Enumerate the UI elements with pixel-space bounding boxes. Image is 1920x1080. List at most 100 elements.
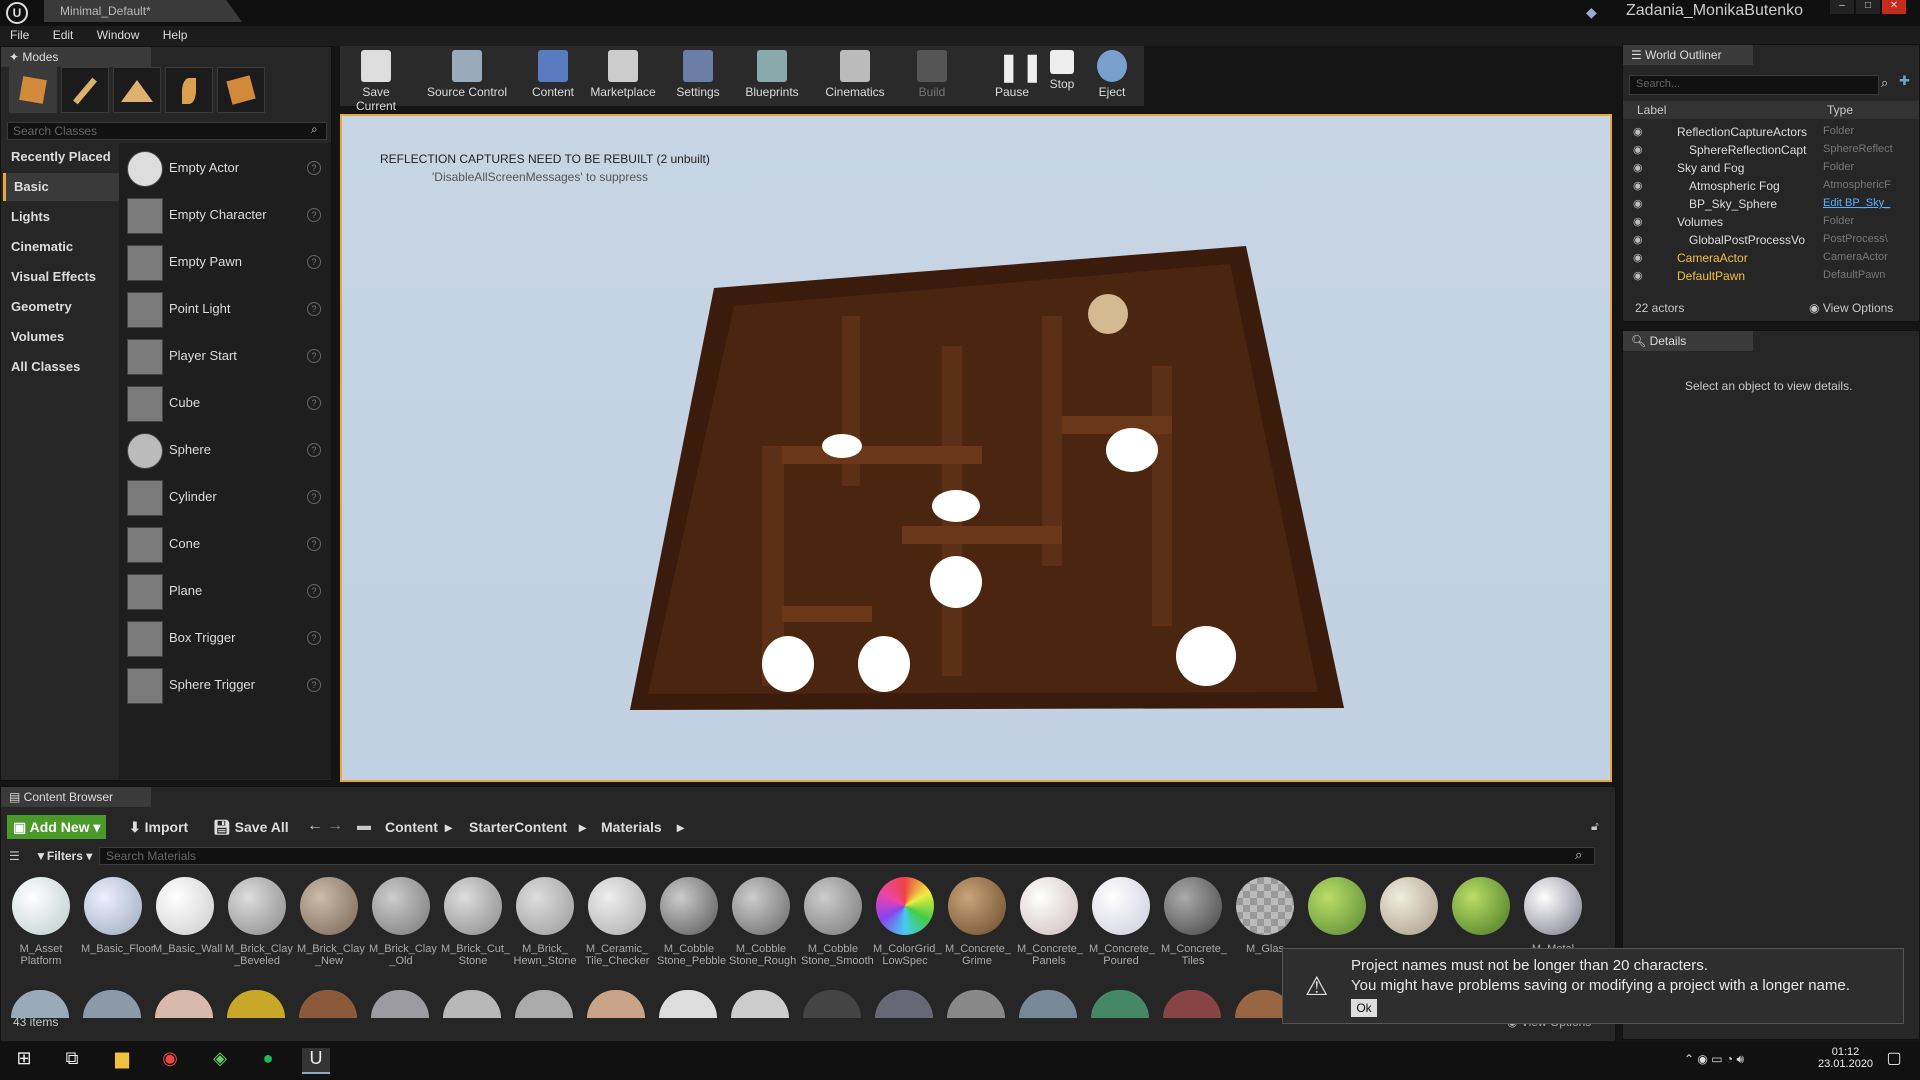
category-volumes[interactable]: Volumes	[3, 323, 119, 351]
outliner-row[interactable]: ◉ ReflectionCaptureActors Folder	[1623, 123, 1903, 141]
maximize-button[interactable]: □	[1856, 0, 1880, 14]
material-tile[interactable]	[1377, 877, 1441, 943]
category-lights[interactable]: Lights	[3, 203, 119, 231]
help-icon[interactable]: ?	[307, 631, 321, 645]
breadcrumb-separator[interactable]: ▸	[677, 819, 684, 836]
material-tile[interactable]: M_Brick_Clay _Old	[369, 877, 437, 967]
actor-item[interactable]: Cube?	[125, 382, 327, 426]
outliner-row[interactable]: ◉ Sky and Fog Folder	[1623, 159, 1903, 177]
visibility-icon[interactable]: ◉	[1633, 143, 1643, 156]
add-new-button[interactable]: ▣ Add New ▾	[7, 815, 107, 839]
actor-item[interactable]: Plane?	[125, 570, 327, 614]
menu-window[interactable]: Window	[97, 26, 140, 42]
material-tile[interactable]: M_Cobble Stone_Rough	[729, 877, 796, 967]
help-icon[interactable]: ?	[307, 302, 321, 316]
landscape-mode-icon[interactable]	[113, 67, 161, 113]
save-current-button[interactable]: Save Current	[342, 46, 410, 113]
material-tile[interactable]: M_Cobble Stone_Pebble	[657, 877, 726, 967]
outliner-row[interactable]: ◉ Volumes Folder	[1623, 213, 1903, 231]
actor-item[interactable]: Empty Pawn?	[125, 241, 327, 285]
material-tile[interactable]: M_Concrete_ Poured	[1089, 877, 1155, 967]
cinematics-button[interactable]: Cinematics	[824, 46, 886, 106]
close-button[interactable]: ✕	[1882, 0, 1906, 14]
outliner-search-input[interactable]: Search...	[1629, 75, 1879, 95]
world-outliner-tab[interactable]: ☰ World Outliner	[1623, 45, 1753, 65]
material-tile[interactable]: M_ColorGrid_ LowSpec	[873, 877, 941, 967]
category-cinematic[interactable]: Cinematic	[3, 233, 119, 261]
view-options-button[interactable]: ◉ View Options	[1809, 301, 1893, 315]
material-tile[interactable]: M_Concrete_ Panels	[1017, 877, 1083, 967]
actor-item[interactable]: Empty Actor?	[125, 147, 327, 191]
outliner-row[interactable]: ◉ SphereReflectionCapt SphereReflect	[1623, 141, 1903, 159]
details-tab[interactable]: 🔍︎ Details	[1623, 331, 1753, 351]
source-control-button[interactable]: Source Control	[424, 46, 510, 106]
lock-icon[interactable]: 🔓︎	[1591, 819, 1599, 834]
actor-item[interactable]: Sphere Trigger?	[125, 664, 327, 708]
search-classes-input[interactable]: Search Classes	[7, 122, 327, 140]
actor-item[interactable]: Player Start?	[125, 335, 327, 379]
build-button[interactable]: Build	[910, 46, 954, 106]
category-all-classes[interactable]: All Classes	[3, 353, 119, 381]
save-all-button[interactable]: 💾︎ Save All	[207, 815, 295, 839]
spotify-icon[interactable]: ●	[254, 1048, 282, 1074]
actor-item[interactable]: Cone?	[125, 523, 327, 567]
content-button[interactable]: Content	[530, 46, 576, 106]
category-geometry[interactable]: Geometry	[3, 293, 119, 321]
clock[interactable]: 01:12 23.01.2020	[1818, 1046, 1873, 1070]
material-tile[interactable]: M_Concrete_ Grime	[945, 877, 1011, 967]
material-tile[interactable]: M_Brick_Clay _Beveled	[225, 877, 293, 967]
help-icon[interactable]: ?	[307, 443, 321, 457]
outliner-row[interactable]: ◉ DefaultPawn DefaultPawn	[1623, 267, 1903, 285]
level-viewport[interactable]: REFLECTION CAPTURES NEED TO BE REBUILT (…	[340, 114, 1612, 782]
visibility-icon[interactable]: ◉	[1633, 269, 1643, 282]
foliage-mode-icon[interactable]	[165, 67, 213, 113]
breadcrumb-startercontent[interactable]: StarterContent	[469, 819, 567, 835]
material-tile[interactable]: M_Glas	[1233, 877, 1297, 955]
modes-tab[interactable]: ✦ Modes	[1, 47, 151, 67]
notifications-icon[interactable]: ▢	[1880, 1048, 1908, 1074]
content-browser-tab[interactable]: ▤ Content Browser	[1, 787, 151, 807]
marketplace-button[interactable]: Marketplace	[588, 46, 658, 106]
menu-help[interactable]: Help	[163, 26, 188, 42]
material-tile[interactable]: M_Ceramic_ Tile_Checker	[585, 877, 649, 967]
actor-item[interactable]: Cylinder?	[125, 476, 327, 520]
breadcrumb-content[interactable]: Content	[385, 819, 438, 835]
help-icon[interactable]: ?	[307, 678, 321, 692]
filters-button[interactable]: ▼Filters ▾	[35, 849, 92, 863]
menu-file[interactable]: File	[10, 26, 29, 42]
system-tray-icons[interactable]: ⌃ ◉ ▭ ◔ 🔊︎	[1684, 1052, 1744, 1067]
add-filter-icon[interactable]: ✚	[1899, 73, 1910, 89]
task-view-icon[interactable]: ⧉	[58, 1048, 86, 1074]
geometry-mode-icon[interactable]	[217, 67, 265, 113]
outliner-row[interactable]: ◉ Atmospheric Fog AtmosphericF	[1623, 177, 1903, 195]
actor-item[interactable]: Empty Character?	[125, 194, 327, 238]
import-button[interactable]: ⬇ Import	[123, 815, 194, 839]
category-visual-effects[interactable]: Visual Effects	[3, 263, 119, 291]
actor-item[interactable]: Point Light?	[125, 288, 327, 332]
chrome-icon[interactable]: ◉	[156, 1048, 184, 1074]
help-icon[interactable]: ?	[307, 537, 321, 551]
help-icon[interactable]: ?	[307, 396, 321, 410]
sources-toggle-icon[interactable]: ☰	[9, 849, 20, 863]
material-tile[interactable]: M_Brick_Cut_ Stone	[441, 877, 510, 967]
stop-button[interactable]: Stop	[1044, 46, 1080, 106]
material-tile[interactable]: M_Basic_Wall	[153, 877, 222, 955]
visibility-icon[interactable]: ◉	[1633, 233, 1643, 246]
outliner-row[interactable]: ◉ CameraActor CameraActor	[1623, 249, 1903, 267]
visibility-icon[interactable]: ◉	[1633, 215, 1643, 228]
material-tile[interactable]: M_Brick_ Hewn_Stone	[513, 877, 577, 967]
help-icon[interactable]: ?	[307, 161, 321, 175]
visibility-icon[interactable]: ◉	[1633, 161, 1643, 174]
actor-item[interactable]: Box Trigger?	[125, 617, 327, 661]
help-icon[interactable]: ?	[307, 208, 321, 222]
material-tile[interactable]: M_Concrete_ Tiles	[1161, 877, 1227, 967]
material-tile[interactable]: M_Brick_Clay _New	[297, 877, 365, 967]
paint-mode-icon[interactable]	[61, 67, 109, 113]
label-column[interactable]: Label	[1637, 103, 1666, 117]
breadcrumb-materials[interactable]: Materials	[601, 819, 662, 835]
help-icon[interactable]: ?	[307, 584, 321, 598]
minimize-button[interactable]: –	[1830, 0, 1854, 14]
settings-button[interactable]: Settings	[670, 46, 726, 106]
menu-edit[interactable]: Edit	[53, 26, 74, 42]
material-tile[interactable]	[1305, 877, 1369, 943]
